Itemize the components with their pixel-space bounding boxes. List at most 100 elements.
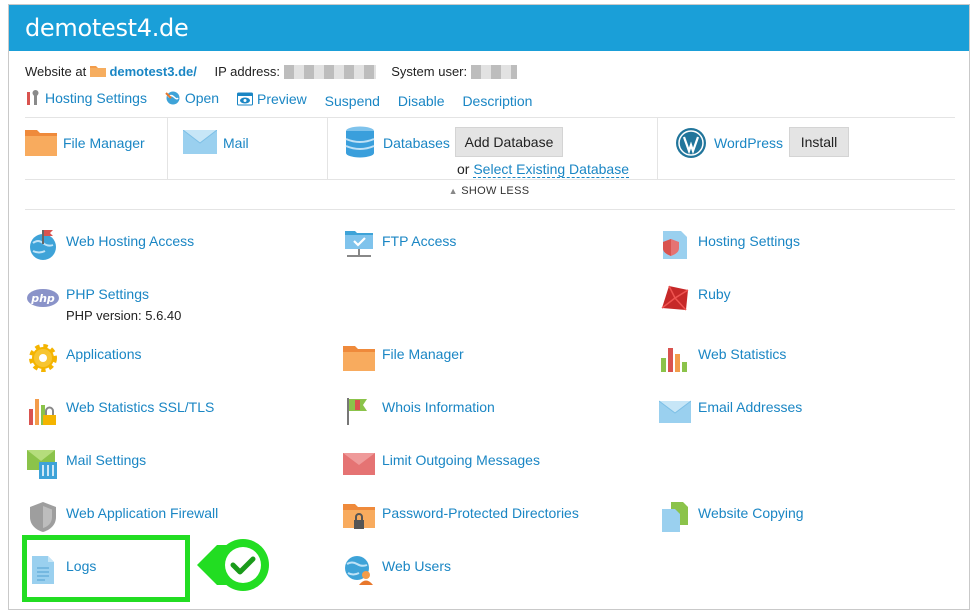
tool-website-copying-label: Website Copying [698,505,804,521]
tool-web-hosting-access-label: Web Hosting Access [66,233,195,249]
quick-mail[interactable]: Mail [183,118,327,180]
preview-action[interactable]: Preview [236,91,307,107]
tool-web-statistics-ssl[interactable]: Web Statistics SSL/TLS [27,395,214,427]
tool-hosting-settings[interactable]: Hosting Settings [659,229,800,261]
globe-arrow-icon [165,91,180,105]
tool-php-settings[interactable]: php PHP Settings PHP version: 5.6.40 [27,282,181,323]
chevron-up-icon: ▲ [448,186,458,196]
statistics-lock-icon [29,399,56,425]
quick-mail-label: Mail [223,135,249,151]
tool-web-hosting-access[interactable]: Web Hosting Access [27,229,194,261]
quick-access-row: File Manager Mail Databases Add Database… [25,117,955,180]
wordpress-icon [676,128,706,158]
add-database-button[interactable]: Add Database [455,127,563,157]
database-icon [345,126,375,158]
tool-web-statistics-ssl-label: Web Statistics SSL/TLS [66,399,215,415]
system-user-value-redacted [470,64,517,79]
website-info-line: Website at demotest3.de/ IP address: Sys… [25,63,517,80]
tool-limit-outgoing-messages-label: Limit Outgoing Messages [382,452,540,468]
show-less-label: SHOW LESS [461,185,530,197]
hosting-settings-action[interactable]: Hosting Settings [25,90,147,106]
tool-web-application-firewall-label: Web Application Firewall [66,505,219,521]
hosting-settings-icon [663,231,687,259]
globe-user-icon [345,556,373,585]
copy-pages-icon [662,502,688,532]
website-domain-link[interactable]: demotest3.de/ [109,64,196,79]
tool-password-protected-directories-label: Password-Protected Directories [382,505,579,521]
quick-wordpress-label[interactable]: WordPress [714,135,783,151]
or-label: or [457,161,470,177]
tools-icon [27,90,39,105]
mail-limit-icon [343,453,375,475]
ftp-server-icon [345,231,373,257]
tool-web-application-firewall[interactable]: Web Application Firewall [27,501,218,533]
quick-databases-label[interactable]: Databases [383,135,450,151]
quick-databases: Databases Add Database or Select Existin… [345,118,645,180]
quick-file-manager[interactable]: File Manager [25,118,167,180]
globe-flag-icon [30,230,56,260]
flag-info-icon [347,398,367,425]
tool-php-settings-label: PHP Settings [66,286,150,302]
ruby-icon [661,285,689,311]
suspend-action[interactable]: Suspend [325,93,380,109]
mail-icon [659,400,691,423]
tool-mail-settings[interactable]: Mail Settings [27,448,146,480]
statistics-icon [661,348,687,372]
suspend-action-label: Suspend [324,93,380,109]
tool-hosting-settings-label: Hosting Settings [698,233,800,249]
logs-highlight-box [22,535,190,602]
show-less-toggle[interactable]: ▲ SHOW LESS [9,185,969,197]
divider [25,209,955,210]
preview-action-label: Preview [256,91,307,107]
tool-web-users-label: Web Users [382,558,451,574]
divider [657,118,658,180]
tool-email-addresses-label: Email Addresses [698,399,803,415]
ip-address-label: IP address: [214,64,281,80]
folder-icon [25,130,57,156]
tool-website-copying[interactable]: Website Copying [659,501,804,533]
mail-settings-icon [27,450,57,479]
divider [327,118,328,180]
domain-title-bar: demotest4.de [9,5,969,51]
disable-action-label: Disable [397,93,445,109]
description-action[interactable]: Description [462,93,532,109]
eye-icon [236,92,253,106]
open-action-label: Open [184,90,220,106]
tool-ruby[interactable]: Ruby [659,282,731,314]
quick-wordpress: WordPress Install [675,118,955,180]
divider [167,118,168,180]
gear-icon [29,344,57,372]
tool-file-manager[interactable]: File Manager [343,342,464,374]
php-icon: php [27,289,59,307]
tool-email-addresses[interactable]: Email Addresses [659,395,802,427]
tool-web-statistics[interactable]: Web Statistics [659,342,786,374]
install-wordpress-button[interactable]: Install [789,127,849,157]
disable-action[interactable]: Disable [398,93,445,109]
mail-icon [183,130,217,154]
description-action-label: Description [462,93,533,109]
domain-actions: Hosting Settings Open Preview Suspend Di… [25,90,546,109]
tool-web-users[interactable]: Web Users [343,554,451,586]
open-action[interactable]: Open [165,90,219,106]
tool-web-statistics-label: Web Statistics [698,346,787,362]
select-existing-database-link[interactable]: Select Existing Database [473,161,629,178]
tool-ruby-label: Ruby [698,286,731,302]
select-existing-database-line: or Select Existing Database [457,161,629,178]
php-version-text: PHP version: 5.6.40 [66,308,182,323]
shield-icon [30,502,56,532]
tool-whois-information[interactable]: Whois Information [343,395,495,427]
tool-file-manager-label: File Manager [382,346,464,362]
website-at-label: Website at [25,64,87,80]
folder-icon [89,65,110,80]
folder-icon [343,346,375,371]
checkmark-arrow-icon [195,535,279,598]
ip-address-value-redacted [283,64,376,79]
domain-panel: demotest4.de Website at demotest3.de/ IP… [8,4,970,610]
tool-password-protected-directories[interactable]: Password-Protected Directories [343,501,579,533]
quick-file-manager-label: File Manager [63,135,145,151]
tool-ftp-access-label: FTP Access [382,233,457,249]
tool-applications-label: Applications [66,346,142,362]
tool-applications[interactable]: Applications [27,342,142,374]
tool-ftp-access[interactable]: FTP Access [343,229,456,261]
tool-limit-outgoing-messages[interactable]: Limit Outgoing Messages [343,448,540,480]
